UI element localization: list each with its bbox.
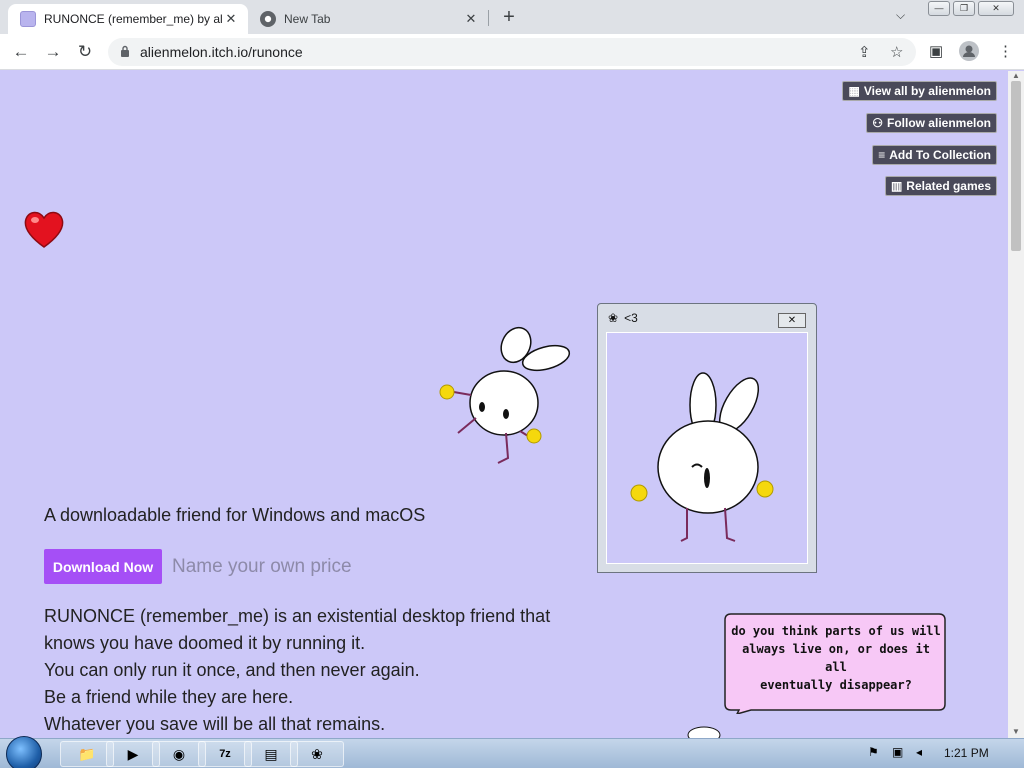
lock-icon[interactable] bbox=[120, 45, 132, 60]
tab-title: RUNONCE (remember_me) by alienmelon bbox=[44, 12, 222, 26]
maximize-button[interactable]: ❐ bbox=[953, 1, 975, 16]
start-button[interactable] bbox=[6, 736, 42, 768]
view-all-label: View all by alienmelon bbox=[863, 84, 991, 98]
follow-label: Follow alienmelon bbox=[886, 116, 991, 130]
download-now-button[interactable]: Download Now bbox=[44, 549, 162, 584]
chrome-icon bbox=[260, 11, 276, 27]
itch-favicon-icon bbox=[20, 11, 36, 27]
back-icon[interactable]: ← bbox=[10, 41, 32, 63]
tab-runonce[interactable]: RUNONCE (remember_me) by alienmelon ✕ bbox=[8, 4, 248, 34]
related-games-button[interactable]: ▥ Related games bbox=[884, 176, 997, 196]
address-bar[interactable]: alienmelon.itch.io/runonce ⇪ ☆ bbox=[108, 38, 916, 66]
tab-title: New Tab bbox=[284, 12, 331, 26]
price-text: Name your own price bbox=[172, 556, 352, 577]
description-line: Whatever you save will be all that remai… bbox=[44, 714, 386, 734]
description-line: RUNONCE (remember_me) is an existential … bbox=[44, 606, 551, 626]
speech-text: do you think parts of us will always liv… bbox=[729, 622, 943, 694]
tagline: A downloadable friend for Windows and ma… bbox=[44, 505, 426, 525]
new-tab-button[interactable]: + bbox=[498, 6, 520, 28]
scroll-up-icon[interactable]: ▲ bbox=[1012, 71, 1020, 80]
bunny-small-icon: ❀ bbox=[608, 311, 619, 325]
tab-separator bbox=[488, 10, 489, 26]
bunny-dancing-illustration bbox=[439, 326, 571, 464]
add-to-collection-button[interactable]: ≡ Add To Collection bbox=[872, 145, 997, 165]
volume-icon[interactable]: ◂ bbox=[916, 745, 922, 759]
view-all-button[interactable]: ▦ View all by alienmelon bbox=[842, 81, 997, 101]
action-center-icon[interactable]: ⚑ bbox=[868, 745, 879, 759]
scrollbar-thumb[interactable] bbox=[1011, 81, 1021, 251]
speech-line: always live on, or does it all bbox=[742, 642, 930, 674]
description-line: You can only run it once, and then never… bbox=[44, 660, 420, 680]
taskbar: 📁 ▶ ◉ 7z ▤ ❀ ⚑ ▣ ◂ 1:21 PM bbox=[0, 736, 1024, 768]
close-window-button[interactable]: ✕ bbox=[978, 1, 1014, 16]
scroll-down-icon[interactable]: ▼ bbox=[1012, 727, 1020, 736]
side-panel-icon[interactable]: ▣ bbox=[929, 42, 943, 60]
follow-button[interactable]: ⚇ Follow alienmelon bbox=[866, 113, 997, 133]
page-content: ▦ View all by alienmelon ⚇ Follow alienm… bbox=[0, 71, 1008, 738]
forward-icon[interactable]: → bbox=[42, 41, 64, 63]
friend-window-close-button[interactable]: ✕ bbox=[778, 313, 806, 328]
url-text: alienmelon.itch.io/runonce bbox=[140, 44, 303, 60]
map-icon: ▥ bbox=[890, 179, 903, 193]
profile-avatar[interactable] bbox=[959, 41, 979, 65]
minimize-button[interactable]: — bbox=[928, 1, 950, 16]
tab-bar: RUNONCE (remember_me) by alienmelon ✕ Ne… bbox=[0, 0, 1024, 34]
bunny-taskbar-icon[interactable]: ❀ bbox=[290, 741, 344, 767]
browser-toolbar: ← → ↻ alienmelon.itch.io/runonce ⇪ ☆ ▣ ⋮ bbox=[0, 34, 1024, 70]
speech-line: do you think parts of us will bbox=[731, 624, 941, 638]
related-games-label: Related games bbox=[906, 179, 991, 193]
heart-icon bbox=[24, 211, 64, 248]
playlist-add-icon: ≡ bbox=[878, 148, 886, 162]
description-line: knows you have doomed it by running it. bbox=[44, 633, 366, 653]
description: RUNONCE (remember_me) is an existential … bbox=[44, 603, 550, 738]
network-icon[interactable]: ▣ bbox=[892, 745, 903, 759]
speech-line: eventually disappear? bbox=[760, 678, 912, 692]
clock[interactable]: 1:21 PM bbox=[944, 746, 989, 760]
friend-window-title: <3 bbox=[624, 311, 638, 325]
friend-window[interactable]: ❀ <3 ✕ bbox=[597, 303, 817, 573]
add-to-collection-label: Add To Collection bbox=[889, 148, 991, 162]
share-icon[interactable]: ⇪ bbox=[858, 43, 871, 61]
tab-new-tab[interactable]: New Tab ✕ bbox=[248, 4, 488, 34]
bunny-friend-illustration bbox=[630, 372, 774, 542]
vertical-scrollbar[interactable]: ▲ ▼ bbox=[1008, 71, 1024, 738]
reload-icon[interactable]: ↻ bbox=[74, 41, 96, 63]
user-plus-icon: ⚇ bbox=[872, 116, 883, 130]
close-tab-icon[interactable]: ✕ bbox=[222, 11, 240, 27]
tab-search-icon[interactable]: ⌵ bbox=[896, 8, 905, 23]
close-tab-icon[interactable]: ✕ bbox=[462, 11, 480, 27]
bunny-peek-illustration bbox=[687, 726, 721, 738]
friend-window-client bbox=[606, 332, 808, 564]
menu-kebab-icon[interactable]: ⋮ bbox=[998, 42, 1013, 60]
screen: RUNONCE (remember_me) by alienmelon ✕ Ne… bbox=[0, 0, 1024, 768]
description-line: Be a friend while they are here. bbox=[44, 687, 294, 707]
friend-window-titlebar[interactable]: ❀ <3 ✕ bbox=[598, 304, 816, 332]
gamepad-icon: ▦ bbox=[848, 84, 860, 98]
bookmark-star-icon[interactable]: ☆ bbox=[890, 43, 903, 61]
